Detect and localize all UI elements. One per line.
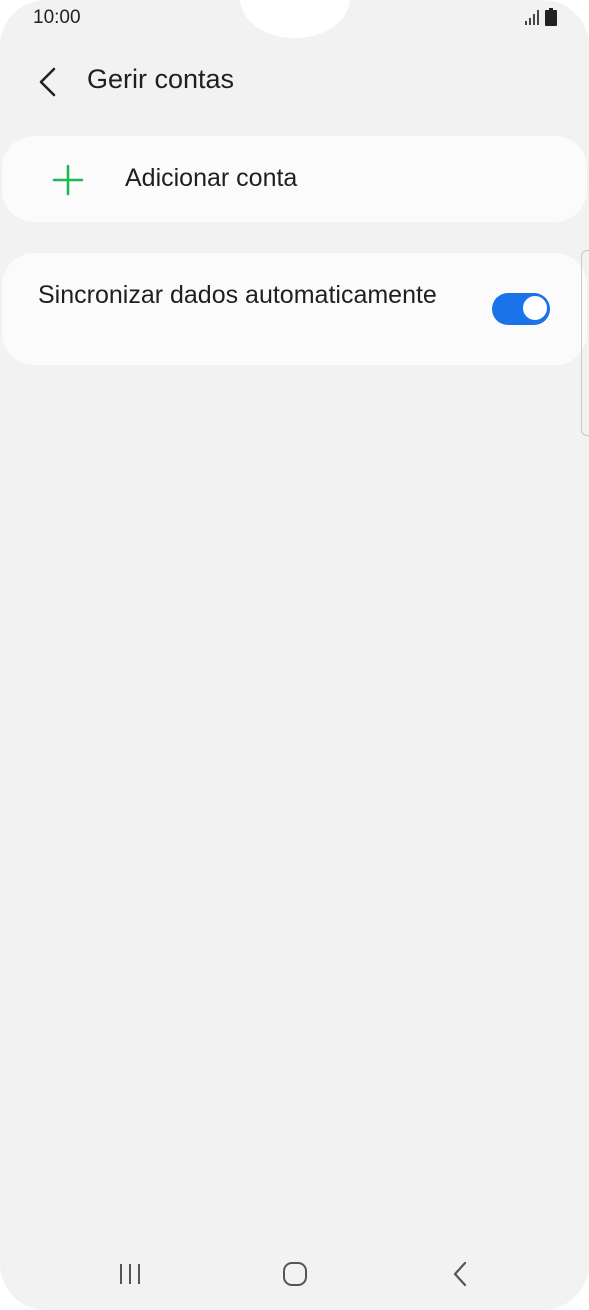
plus-icon (52, 164, 84, 196)
recents-icon (120, 1264, 140, 1284)
page-title: Gerir contas (87, 64, 235, 94)
add-account-button[interactable]: Adicionar conta (2, 136, 587, 222)
chevron-left-icon (39, 67, 56, 97)
home-icon (283, 1262, 307, 1286)
add-account-label: Adicionar conta (125, 164, 298, 192)
sync-label: Sincronizar dados automaticamente (38, 281, 437, 309)
battery-icon (545, 8, 557, 26)
status-bar: 10:00 (0, 0, 589, 38)
back-button[interactable] (26, 60, 70, 104)
toggle-knob (521, 294, 549, 322)
phone-screen: 10:00 Gerir contas Adicionar conta Sincr… (0, 0, 589, 1310)
nav-back-button[interactable] (430, 1250, 490, 1298)
sync-toggle[interactable] (492, 293, 550, 325)
navigation-bar (0, 1240, 589, 1306)
back-icon (453, 1261, 467, 1287)
recents-button[interactable] (100, 1250, 160, 1298)
signal-icon (525, 10, 539, 25)
home-button[interactable] (265, 1250, 325, 1298)
app-bar: Gerir contas (0, 50, 589, 110)
sync-setting-row[interactable]: Sincronizar dados automaticamente (2, 253, 587, 365)
status-time: 10:00 (33, 7, 81, 28)
scrollbar[interactable] (581, 250, 589, 436)
